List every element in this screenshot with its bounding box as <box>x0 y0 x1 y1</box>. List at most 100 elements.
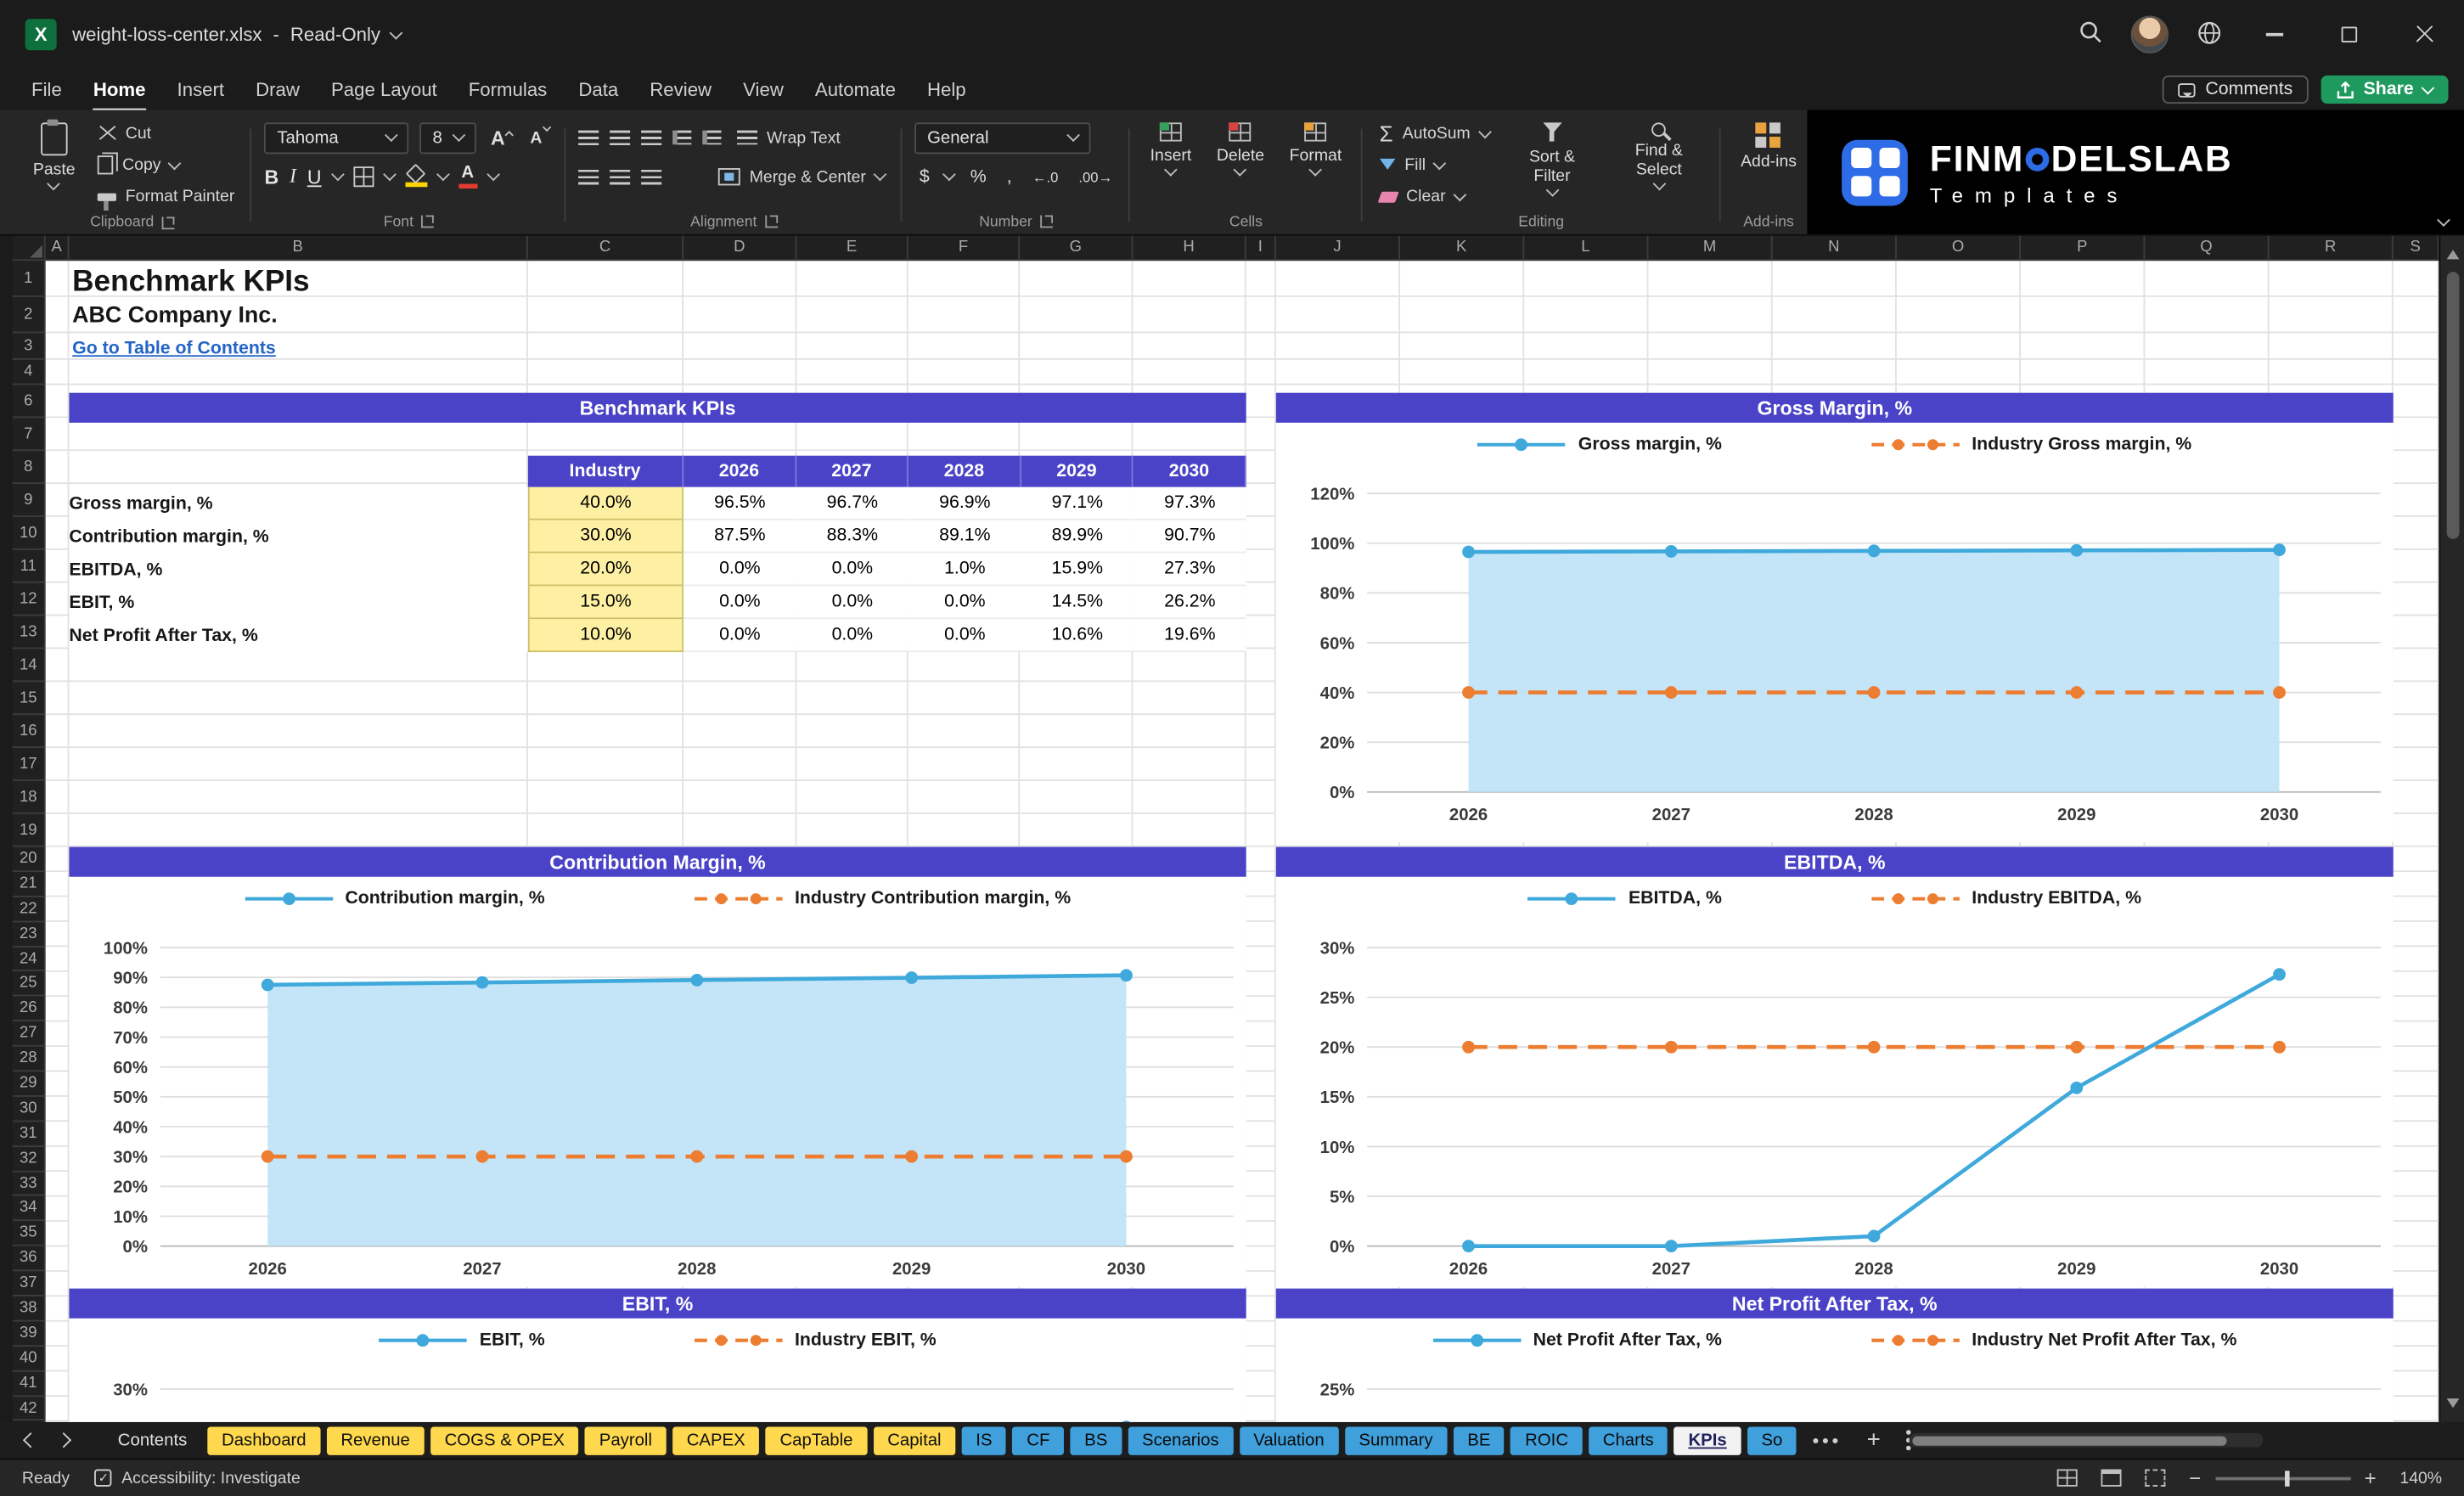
column-header-O[interactable]: O <box>1897 235 2022 260</box>
page-break-view-icon[interactable] <box>2145 1469 2166 1487</box>
tab-revenue[interactable]: Revenue <box>326 1426 425 1454</box>
tab-kpis[interactable]: KPIs <box>1674 1426 1741 1454</box>
column-header-J[interactable]: J <box>1276 235 1401 260</box>
scroll-up-icon[interactable] <box>2445 244 2459 260</box>
value-cell[interactable]: 1.0% <box>909 553 1021 587</box>
share-button[interactable]: Share <box>2321 75 2449 104</box>
avatar[interactable] <box>2130 15 2169 53</box>
row-header-6[interactable]: 6 <box>12 385 44 419</box>
maximize-button[interactable] <box>2326 13 2373 57</box>
insert-cells-button[interactable]: Insert <box>1142 120 1199 177</box>
row-header-1[interactable]: 1 <box>12 261 44 297</box>
table-row[interactable]: Net Profit After Tax, % 10.0% 0.0% 0.0% 0.0%… <box>69 619 1246 653</box>
table-header-2030[interactable]: 2030 <box>1134 455 1246 487</box>
tab-capex[interactable]: CAPEX <box>672 1426 760 1454</box>
row-header-36[interactable]: 36 <box>12 1246 44 1272</box>
zoom-out-button[interactable]: − <box>2189 1468 2201 1488</box>
value-cell[interactable]: 26.2% <box>1134 586 1246 620</box>
row-header-34[interactable]: 34 <box>12 1196 44 1222</box>
horizontal-scrollbar[interactable] <box>1909 1432 2264 1448</box>
format-painter-button[interactable]: Format Painter <box>93 183 239 211</box>
align-top-icon[interactable] <box>577 129 599 146</box>
tab-be[interactable]: BE <box>1453 1426 1505 1454</box>
tab-is[interactable]: IS <box>961 1426 1007 1454</box>
row-header-18[interactable]: 18 <box>12 781 44 814</box>
row-header-27[interactable]: 27 <box>12 1021 44 1047</box>
row-header-15[interactable]: 15 <box>12 682 44 716</box>
menu-file[interactable]: File <box>16 72 78 107</box>
industry-value-cell[interactable]: 15.0% <box>527 586 684 620</box>
value-cell[interactable]: 87.5% <box>684 520 796 554</box>
value-cell[interactable]: 97.1% <box>1021 486 1134 520</box>
row-header-3[interactable]: 3 <box>12 333 44 360</box>
value-cell[interactable]: 88.3% <box>796 520 909 554</box>
tab-payroll[interactable]: Payroll <box>585 1426 667 1454</box>
clipboard-dialog-launcher[interactable] <box>161 216 175 229</box>
value-cell[interactable]: 89.9% <box>1021 520 1134 554</box>
table-header-2026[interactable]: 2026 <box>684 455 796 487</box>
table-header-2027[interactable]: 2027 <box>796 455 909 487</box>
merge-center-button[interactable]: Merge & Center <box>713 163 890 191</box>
number-format-select[interactable]: General <box>914 121 1091 154</box>
tab-contents[interactable]: Contents <box>104 1426 201 1454</box>
search-icon[interactable] <box>2079 20 2103 48</box>
value-cell[interactable]: 89.1% <box>909 520 1021 554</box>
chart-plot[interactable]: 100% 90% 80% 70% 60% 50% 40% 30% 20% 10% 0% 2026 202… <box>69 922 1246 1286</box>
number-dialog-launcher[interactable] <box>1040 215 1053 228</box>
prev-sheet-icon[interactable] <box>22 1432 39 1448</box>
zoom-in-button[interactable]: + <box>2365 1468 2377 1488</box>
row-header-38[interactable]: 38 <box>12 1296 44 1322</box>
row-header-11[interactable]: 11 <box>12 550 44 583</box>
minimize-button[interactable] <box>2250 13 2298 57</box>
menu-data[interactable]: Data <box>563 72 634 107</box>
column-header-A[interactable]: A <box>46 235 70 260</box>
row-header-10[interactable]: 10 <box>12 517 44 550</box>
row-header-25[interactable]: 25 <box>12 972 44 998</box>
row-header-24[interactable]: 24 <box>12 947 44 972</box>
value-cell[interactable]: 10.6% <box>1021 619 1134 653</box>
tab-roic[interactable]: ROIC <box>1510 1426 1583 1454</box>
tab-cogs-opex[interactable]: COGS & OPEX <box>430 1426 579 1454</box>
borders-icon[interactable] <box>352 166 374 188</box>
align-center-icon[interactable] <box>609 168 631 185</box>
row-header-22[interactable]: 22 <box>12 897 44 922</box>
chart-plot[interactable]: 30% 25% 20% 15% 10% 5% 0% 2026 2027 2028 2029 2030 <box>1276 922 2394 1286</box>
font-size-select[interactable]: 8 <box>419 121 477 154</box>
copy-button[interactable]: Copy <box>93 151 239 179</box>
scroll-down-icon[interactable] <box>2445 1398 2459 1414</box>
row-header-39[interactable]: 39 <box>12 1321 44 1347</box>
row-header-32[interactable]: 32 <box>12 1146 44 1172</box>
menu-help[interactable]: Help <box>911 72 982 107</box>
value-cell[interactable]: 0.0% <box>684 619 796 653</box>
tab-summary[interactable]: Summary <box>1344 1426 1448 1454</box>
currency-format-button[interactable]: $ <box>914 167 934 186</box>
align-left-icon[interactable] <box>577 168 599 185</box>
chart-ebitda[interactable]: EBITDA, % EBITDA, % Industry EBITDA, % 30% 2… <box>1275 846 2394 1287</box>
row-header-20[interactable]: 20 <box>12 847 44 872</box>
value-cell[interactable]: 0.0% <box>684 586 796 620</box>
sort-filter-button[interactable]: Sort & Filter <box>1504 120 1601 199</box>
value-cell[interactable]: 96.7% <box>796 486 909 520</box>
value-cell[interactable]: 0.0% <box>796 619 909 653</box>
close-button[interactable] <box>2401 13 2449 57</box>
value-cell[interactable]: 0.0% <box>909 586 1021 620</box>
tab-cf[interactable]: CF <box>1012 1426 1065 1454</box>
fill-button[interactable]: Fill <box>1375 151 1494 179</box>
column-header-D[interactable]: D <box>684 235 797 260</box>
row-header-31[interactable]: 31 <box>12 1122 44 1147</box>
column-header-R[interactable]: R <box>2270 235 2394 260</box>
row-header-14[interactable]: 14 <box>12 649 44 683</box>
underline-button[interactable]: U <box>307 166 322 188</box>
normal-view-icon[interactable] <box>2056 1469 2078 1487</box>
row-header-28[interactable]: 28 <box>12 1047 44 1072</box>
row-header-26[interactable]: 26 <box>12 997 44 1022</box>
row-header-21[interactable]: 21 <box>12 872 44 897</box>
grid-area[interactable]: Benchmark KPIs ABC Company Inc. Go to Ta… <box>45 261 2439 1422</box>
value-cell[interactable]: 27.3% <box>1134 553 1246 587</box>
column-header-N[interactable]: N <box>1773 235 1897 260</box>
value-cell[interactable]: 97.3% <box>1134 486 1246 520</box>
fill-color-button[interactable] <box>404 163 427 188</box>
value-cell[interactable]: 0.0% <box>796 586 909 620</box>
chart-plot[interactable]: 25%20%15%10%5%0%20262027202820292030 <box>1276 1364 2394 1421</box>
row-header-37[interactable]: 37 <box>12 1272 44 1296</box>
